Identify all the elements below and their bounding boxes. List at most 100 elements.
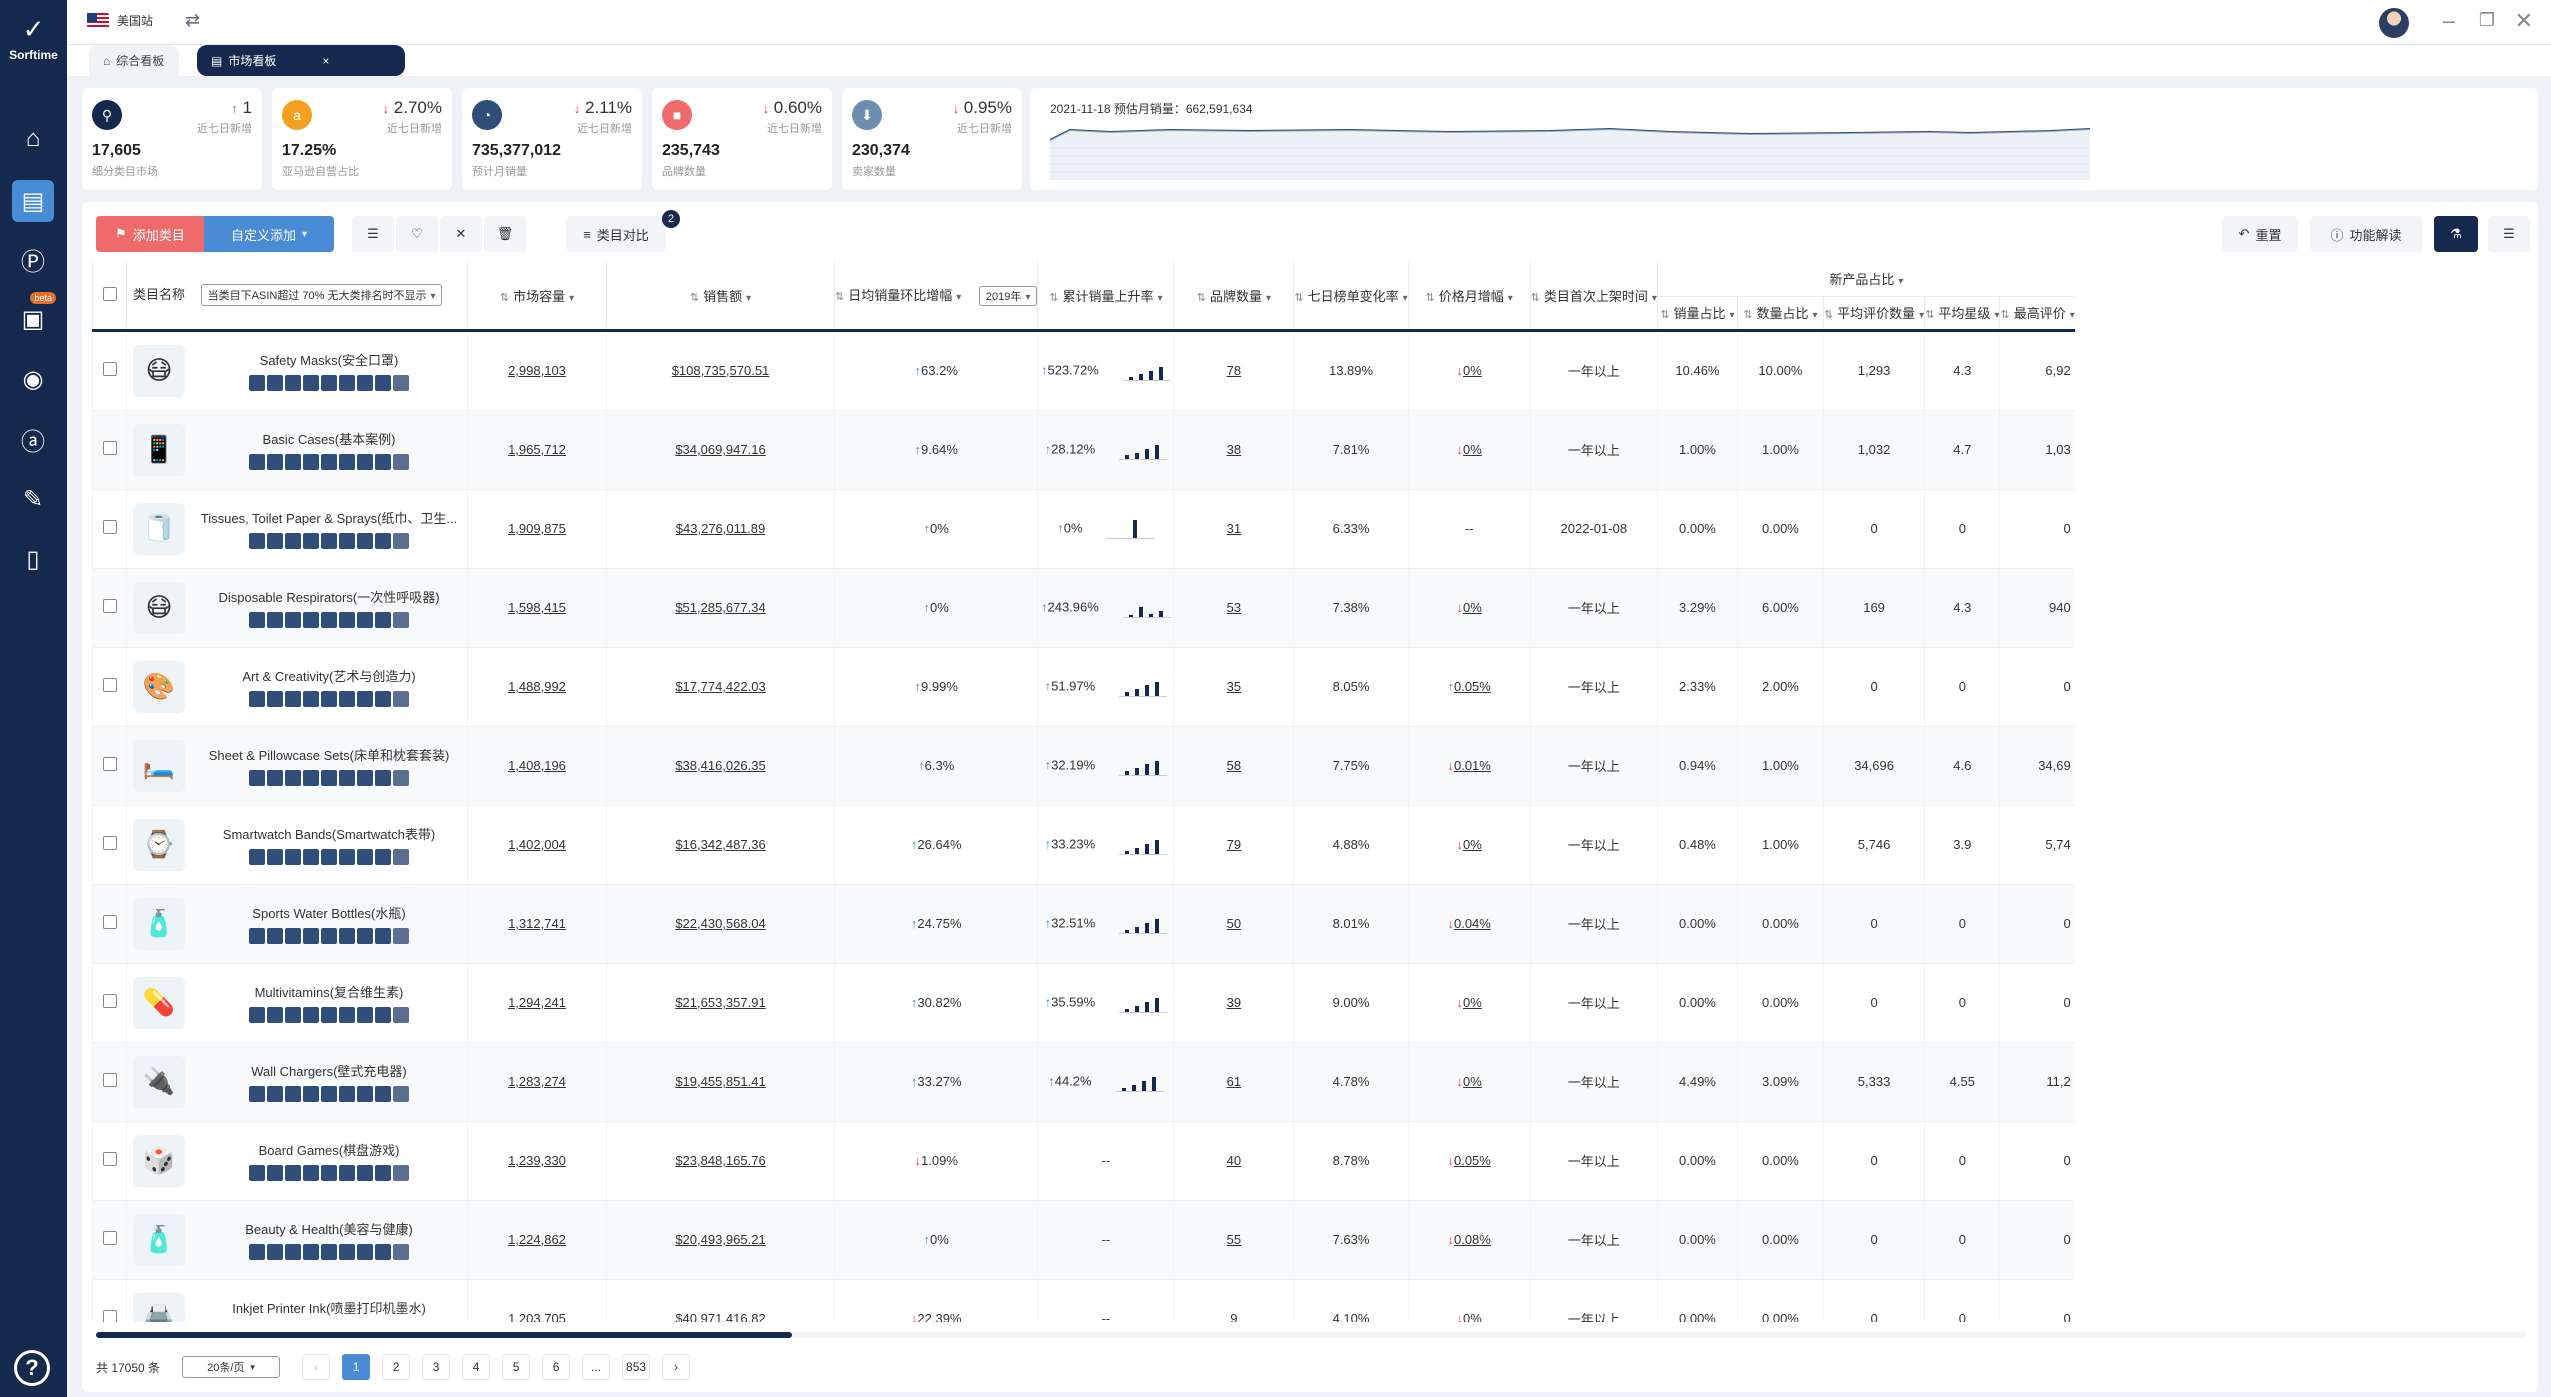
tool-icon[interactable]	[375, 770, 391, 786]
brands-cell[interactable]: 50	[1173, 884, 1294, 964]
brands-value[interactable]: 40	[1227, 1153, 1241, 1168]
tool-icon[interactable]	[339, 849, 355, 865]
tool-icon[interactable]	[249, 1244, 265, 1260]
tool-icon[interactable]	[249, 1007, 265, 1023]
tool-icon[interactable]	[303, 533, 319, 549]
translate-icon[interactable]: ⇄	[185, 10, 200, 31]
sales-value[interactable]: $40,971,416.82	[675, 1311, 765, 1322]
close-window-icon[interactable]: ✕	[2515, 8, 2533, 34]
tool-icon[interactable]	[303, 1007, 319, 1023]
sales-value[interactable]: $38,416,026.35	[675, 758, 765, 773]
brands-value[interactable]: 55	[1227, 1232, 1241, 1247]
page-button[interactable]: 853	[622, 1354, 651, 1380]
brands-cell[interactable]: 61	[1173, 1042, 1294, 1122]
sales-value[interactable]: $20,493,965.21	[675, 1232, 765, 1247]
tool-icon[interactable]	[321, 1086, 337, 1102]
category-name[interactable]: Basic Cases(基本案例)	[191, 429, 467, 448]
page-button[interactable]: ...	[582, 1354, 611, 1380]
tool-icon[interactable]	[357, 849, 373, 865]
table-row[interactable]: 🧴 Sports Water Bottles(水瓶) 1,312,741 $22…	[92, 884, 2237, 964]
add-tool-icon[interactable]	[393, 1244, 409, 1260]
capacity-cell[interactable]: 1,283,274	[467, 1042, 607, 1122]
compare-button[interactable]: ≡ 类目对比	[566, 216, 666, 252]
category-name[interactable]: Board Games(棋盘游戏)	[191, 1140, 467, 1159]
add-tool-icon[interactable]	[393, 691, 409, 707]
dashboard-icon[interactable]: ▤	[12, 180, 54, 222]
restore-icon[interactable]: ❐	[2479, 10, 2495, 31]
sales-value[interactable]: $34,069,947.16	[675, 442, 765, 457]
sales-cell[interactable]: $38,416,026.35	[606, 726, 835, 806]
add-tool-icon[interactable]	[393, 1165, 409, 1181]
product-thumbnail[interactable]: 😷	[133, 581, 185, 634]
capacity-cell[interactable]: 2,998,103	[467, 330, 607, 411]
tool-icon[interactable]	[267, 928, 283, 944]
tool-icon[interactable]	[375, 533, 391, 549]
tool-icon[interactable]	[267, 533, 283, 549]
price-growth-cell[interactable]: ↓0%	[1407, 568, 1531, 648]
tool-icon[interactable]	[357, 1165, 373, 1181]
page-button[interactable]: 6	[542, 1354, 571, 1380]
page-size-select[interactable]: 20条/页 ▾	[182, 1356, 281, 1378]
col-rank-change[interactable]: ⇅ 七日榜单变化率 ▾	[1293, 262, 1409, 332]
col-price-growth[interactable]: ⇅ 价格月增幅 ▾	[1407, 262, 1531, 332]
brands-cell[interactable]: 39	[1173, 963, 1294, 1043]
table-row[interactable]: ⌚ Smartwatch Bands(Smartwatch表带) 1,402,0…	[92, 805, 2237, 885]
category-name[interactable]: Tissues, Toilet Paper & Sprays(纸巾、卫生...	[191, 508, 467, 527]
brands-cell[interactable]: 53	[1173, 568, 1294, 648]
capacity-cell[interactable]: 1,598,415	[467, 568, 607, 648]
tool-icon[interactable]	[285, 1086, 301, 1102]
capacity-value[interactable]: 1,488,992	[508, 679, 566, 694]
col-new-sub[interactable]: ⇅ 最高评价 ▾	[1999, 296, 2075, 332]
row-checkbox[interactable]	[102, 678, 117, 692]
sales-value[interactable]: $17,774,422.03	[675, 679, 765, 694]
price-growth-value[interactable]: 0%	[1463, 995, 1482, 1010]
product-thumbnail[interactable]: 😷	[133, 344, 185, 397]
avatar[interactable]	[2379, 8, 2409, 38]
row-checkbox[interactable]	[102, 520, 117, 534]
table-row[interactable]: 🎲 Board Games(棋盘游戏) 1,239,330 $23,848,16…	[92, 1121, 2237, 1201]
tool-icon[interactable]	[339, 612, 355, 628]
price-growth-value[interactable]: 0%	[1463, 1311, 1482, 1322]
add-tool-icon[interactable]	[393, 375, 409, 391]
capacity-cell[interactable]: 1,965,712	[467, 410, 607, 490]
tool-icon[interactable]	[303, 1244, 319, 1260]
tool-icon[interactable]	[375, 849, 391, 865]
flask-button[interactable]: ⚗	[2434, 216, 2478, 252]
sales-value[interactable]: $22,430,568.04	[675, 916, 765, 931]
row-checkbox[interactable]	[102, 836, 117, 850]
custom-add-button[interactable]: 自定义添加 ▾	[204, 216, 334, 252]
price-growth-cell[interactable]: ↓0.05%	[1407, 1121, 1531, 1201]
tool-icon[interactable]	[375, 454, 391, 470]
row-checkbox[interactable]	[102, 915, 117, 929]
price-growth-value[interactable]: 0.01%	[1454, 758, 1491, 773]
list-view-button[interactable]: ☰	[352, 216, 394, 252]
menu-button[interactable]: ☰	[2488, 216, 2530, 252]
sales-value[interactable]: $21,653,357.91	[675, 995, 765, 1010]
tool-icon[interactable]	[375, 928, 391, 944]
feature-help-button[interactable]: ⓘ 功能解读	[2310, 216, 2422, 252]
add-tool-icon[interactable]	[393, 770, 409, 786]
price-growth-cell[interactable]: ↓0.04%	[1407, 884, 1531, 964]
brands-value[interactable]: 61	[1227, 1074, 1241, 1089]
price-growth-value[interactable]: 0%	[1463, 837, 1482, 852]
row-checkbox[interactable]	[102, 757, 117, 771]
category-name[interactable]: Sports Water Bottles(水瓶)	[191, 903, 467, 922]
tool-icon[interactable]	[357, 612, 373, 628]
page-button[interactable]: 4	[462, 1354, 491, 1380]
tool-icon[interactable]	[249, 454, 265, 470]
sales-value[interactable]: $19,455,851.41	[675, 1074, 765, 1089]
tool-icon[interactable]	[249, 533, 265, 549]
site-selector[interactable]: 美国站	[87, 12, 153, 29]
prev-page-button[interactable]: ‹	[302, 1354, 331, 1380]
price-growth-cell[interactable]: ↓0%	[1407, 1279, 1531, 1322]
brands-value[interactable]: 79	[1227, 837, 1241, 852]
capacity-cell[interactable]: 1,402,004	[467, 805, 607, 885]
price-growth-value[interactable]: 0%	[1463, 1074, 1482, 1089]
tool-icon[interactable]	[285, 849, 301, 865]
brands-cell[interactable]: 58	[1173, 726, 1294, 806]
page-button[interactable]: 2	[382, 1354, 411, 1380]
add-category-button[interactable]: ⚑ 添加类目	[96, 216, 204, 252]
tool-icon[interactable]	[321, 691, 337, 707]
table-row[interactable]: 😷 Disposable Respirators(一次性呼吸器) 1,598,4…	[92, 568, 2237, 648]
monitor-icon[interactable]: ◉	[12, 358, 54, 400]
